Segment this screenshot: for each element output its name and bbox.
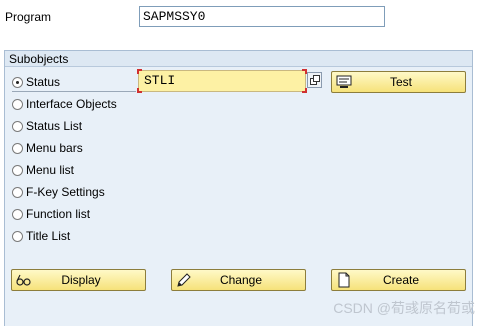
radio-menu-bars[interactable]: Menu bars: [12, 139, 83, 157]
new-document-icon: [338, 272, 350, 288]
radio-button[interactable]: [12, 142, 23, 154]
radio-label: Title List: [26, 229, 71, 243]
create-button[interactable]: Create: [331, 269, 466, 291]
radio-status[interactable]: Status: [12, 73, 60, 91]
create-label: Create: [382, 273, 420, 287]
display-button[interactable]: Display: [11, 269, 146, 291]
test-button[interactable]: Test: [331, 71, 466, 93]
radio-menu-list[interactable]: Menu list: [12, 161, 74, 179]
radio-label: Status List: [26, 119, 83, 133]
radio-label: Menu bars: [26, 141, 83, 155]
radio-title-list[interactable]: Title List: [12, 227, 70, 245]
radio-label: Menu list: [26, 163, 75, 177]
program-label: Program: [5, 10, 52, 24]
test-label: Test: [389, 75, 412, 89]
glasses-icon: [16, 274, 31, 286]
pencil-icon: [177, 273, 191, 287]
radio-function-list[interactable]: Function list: [12, 205, 90, 223]
test-icon: [336, 75, 352, 88]
radio-button[interactable]: [12, 208, 23, 220]
radio-label: Function list: [26, 207, 91, 221]
radio-label: Status: [26, 75, 61, 89]
program-input[interactable]: SAPMSSY0: [139, 6, 385, 27]
radio-label: F-Key Settings: [26, 185, 105, 199]
radio-interface-objects[interactable]: Interface Objects: [12, 95, 117, 113]
display-label: Display: [61, 273, 101, 287]
change-button[interactable]: Change: [171, 269, 306, 291]
radio-label: Interface Objects: [26, 97, 117, 111]
radio-button[interactable]: [12, 230, 23, 242]
required-marker: [302, 88, 307, 93]
radio-button[interactable]: [12, 164, 23, 176]
radio-fkey-settings[interactable]: F-Key Settings: [12, 183, 105, 201]
status-input[interactable]: STLI: [138, 70, 306, 92]
change-label: Change: [219, 273, 263, 287]
watermark-text: CSDN @荀彧原名荀或: [333, 300, 475, 316]
focus-underline: [12, 91, 136, 92]
required-marker: [137, 69, 142, 74]
radio-button[interactable]: [12, 186, 23, 198]
radio-button-selected[interactable]: [12, 76, 23, 88]
radio-button[interactable]: [12, 120, 23, 132]
radio-button[interactable]: [12, 98, 23, 110]
subobjects-title: Subobjects: [5, 51, 472, 67]
copy-icon[interactable]: [307, 72, 322, 88]
required-marker: [137, 88, 142, 93]
radio-status-list[interactable]: Status List: [12, 117, 82, 135]
